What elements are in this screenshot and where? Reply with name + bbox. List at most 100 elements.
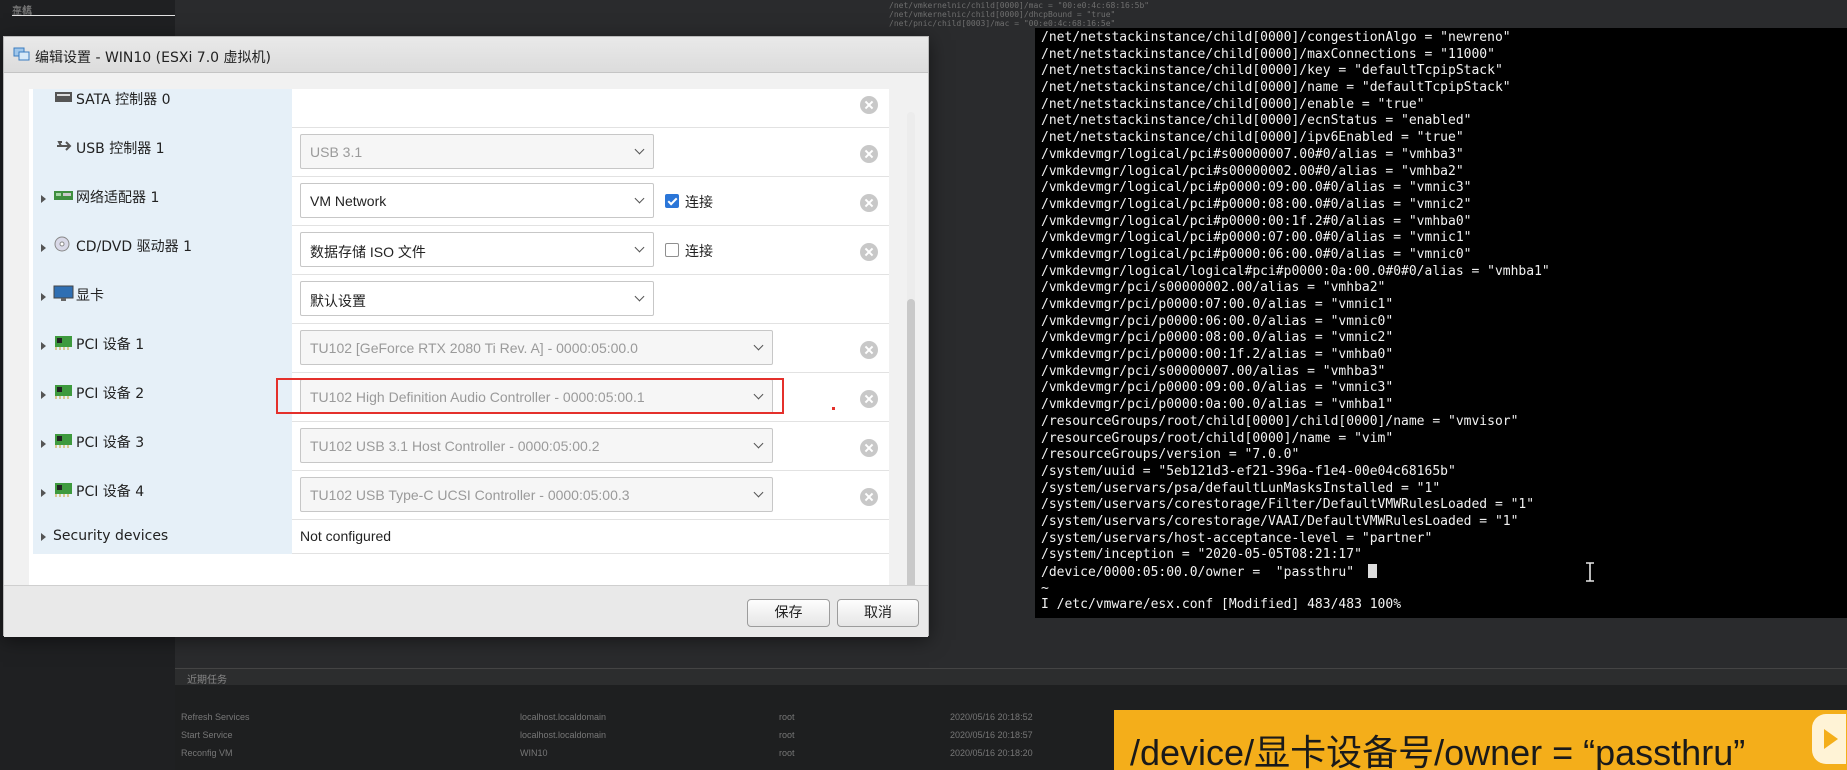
device-label-cell: SATA 控制器 0	[33, 89, 292, 128]
network-select[interactable]: VM Network	[300, 183, 654, 218]
terminal-line: /vmkdevmgr/pci/p0000:08:00.0/alias = "vm…	[1041, 330, 1394, 346]
remove-icon[interactable]	[860, 243, 878, 261]
faint-line: /net/vmkernelnic/child[0000]/dhcpBound =…	[889, 10, 1116, 19]
task-target: localhost.localdomain	[520, 730, 607, 740]
expand-arrow-icon[interactable]	[41, 195, 46, 203]
device-label-cell: PCI 设备 4	[33, 471, 292, 520]
terminal-line: /vmkdevmgr/pci/s00000002.00/alias = "vmh…	[1041, 280, 1386, 296]
chevron-down-icon	[753, 487, 764, 498]
faint-line: /net/vmkernelnic/child[0000]/mac = "00:e…	[889, 1, 1150, 10]
task-row[interactable]: Refresh Services localhost.localdomain r…	[175, 710, 1275, 728]
device-label: 网络适配器 1	[76, 190, 160, 206]
device-row-pci-device-1: PCI 设备 1 TU102 [GeForce RTX 2080 Ti Rev.…	[33, 324, 889, 373]
select-value: 数据存储 ISO 文件	[310, 244, 426, 260]
task-initiator: root	[779, 730, 795, 740]
terminal-line-text: /device/0000:05:00.0/owner = "passthru"	[1041, 565, 1355, 580]
task-name: Start Service	[181, 730, 233, 740]
recent-tasks-header: 近期任务	[175, 669, 1847, 686]
device-row-pci-device-4: PCI 设备 4 TU102 USB Type-C UCSI Controlle…	[33, 471, 889, 520]
remove-icon[interactable]	[860, 439, 878, 457]
select-value: TU102 USB 3.1 Host Controller - 0000:05:…	[310, 438, 600, 454]
remove-icon[interactable]	[860, 341, 878, 359]
security-devices-value: Not configured	[300, 528, 392, 544]
pci-device-select[interactable]: TU102 [GeForce RTX 2080 Ti Rev. A] - 000…	[300, 330, 773, 365]
dialog-titlebar[interactable]: 编辑设置 - WIN10 (ESXi 7.0 虚拟机)	[4, 37, 928, 73]
device-label: Security devices	[53, 528, 169, 544]
remove-icon[interactable]	[860, 194, 878, 212]
device-row-sata-controller: SATA 控制器 0	[33, 89, 889, 128]
terminal-line: /vmkdevmgr/logical/logical#pci#p0000:0a:…	[1041, 263, 1550, 279]
terminal-line: /vmkdevmgr/logical/pci#s00000002.00#0/al…	[1041, 163, 1464, 179]
pci-device-select[interactable]: TU102 USB Type-C UCSI Controller - 0000:…	[300, 477, 773, 512]
expand-arrow-icon[interactable]	[41, 391, 46, 399]
cd-dvd-media-select[interactable]: 数据存储 ISO 文件	[300, 232, 654, 267]
expand-arrow-icon[interactable]	[41, 533, 46, 541]
terminal-line: /vmkdevmgr/logical/pci#s00000007.00#0/al…	[1041, 146, 1464, 162]
task-name: Refresh Services	[181, 712, 250, 722]
expand-arrow-icon[interactable]	[41, 440, 46, 448]
remove-icon[interactable]	[860, 390, 878, 408]
connect-checkbox[interactable]	[665, 194, 679, 208]
terminal-line: /net/netstackinstance/child[0000]/maxCon…	[1041, 46, 1495, 62]
task-queued: 2020/05/16 20:18:52	[950, 712, 1033, 722]
task-initiator: root	[779, 712, 795, 722]
annotation-dot	[832, 407, 835, 410]
connect-label: 连接	[685, 244, 713, 260]
terminal-line: /system/uservars/psa/defaultLunMasksInst…	[1041, 480, 1441, 496]
expand-arrow-icon[interactable]	[41, 342, 46, 350]
device-row-video-card: 显卡 默认设置	[33, 275, 889, 324]
task-queued: 2020/05/16 20:18:57	[950, 730, 1033, 740]
select-value: VM Network	[310, 193, 387, 209]
pci-device-icon	[53, 432, 75, 448]
chevron-down-icon	[753, 438, 764, 449]
terminal-line: /system/uservars/corestorage/Filter/Defa…	[1041, 497, 1535, 513]
device-label: CD/DVD 驱动器 1	[76, 239, 192, 255]
play-icon	[1812, 714, 1846, 764]
remove-icon[interactable]	[860, 145, 878, 163]
terminal-line: /system/uservars/host-acceptance-level =…	[1041, 530, 1433, 546]
device-row-network-adapter: 网络适配器 1 VM Network 连接	[33, 177, 889, 226]
device-label: PCI 设备 2	[76, 386, 145, 402]
pci-device-select[interactable]: TU102 USB 3.1 Host Controller - 0000:05:…	[300, 428, 773, 463]
scrollbar-thumb[interactable]	[907, 299, 915, 605]
terminal-line: /vmkdevmgr/pci/p0000:0a:00.0/alias = "vm…	[1041, 397, 1394, 413]
device-label: 显卡	[76, 288, 104, 304]
device-row-cd-dvd: CD/DVD 驱动器 1 数据存储 ISO 文件 连接	[33, 226, 889, 275]
remove-icon[interactable]	[860, 488, 878, 506]
task-row[interactable]: Start Service localhost.localdomain root…	[175, 728, 1275, 746]
task-queued: 2020/05/16 20:18:20	[950, 748, 1033, 758]
expand-arrow-icon[interactable]	[41, 244, 46, 252]
connect-checkbox[interactable]	[665, 243, 679, 257]
select-value: USB 3.1	[310, 144, 363, 160]
terminal-line: /net/netstackinstance/child[0000]/ecnSta…	[1041, 113, 1472, 129]
video-card-select[interactable]: 默认设置	[300, 281, 654, 316]
device-label-cell: PCI 设备 3	[33, 422, 292, 471]
usb-version-select[interactable]: USB 3.1	[300, 134, 654, 169]
expand-arrow-icon[interactable]	[41, 489, 46, 497]
expand-arrow-icon[interactable]	[41, 293, 46, 301]
device-label-cell: Security devices	[33, 520, 292, 554]
terminal-line: /vmkdevmgr/logical/pci#p0000:06:00.0#0/a…	[1041, 246, 1472, 262]
terminal-window[interactable]: /net/netstackinstance/child[0000]/conges…	[1035, 28, 1847, 618]
pci-device-icon	[53, 383, 75, 399]
pci-device-icon	[53, 334, 75, 350]
terminal-line: /vmkdevmgr/pci/p0000:07:00.0/alias = "vm…	[1041, 297, 1394, 312]
device-label: PCI 设备 1	[76, 337, 145, 353]
save-button[interactable]: 保存	[747, 599, 830, 627]
cd-dvd-icon	[53, 236, 75, 252]
remove-icon[interactable]	[860, 96, 878, 114]
terminal-line: /net/netstackinstance/child[0000]/conges…	[1041, 30, 1511, 45]
device-scroll-area[interactable]: SATA 控制器 0 USB 控制器 1 USB 3.1 网络适配器 1 VM …	[29, 89, 889, 599]
terminal-line: /system/uuid = "5eb121d3-ef21-396a-f1e4-…	[1041, 463, 1456, 479]
highlight-annotation	[276, 378, 784, 414]
usb-controller-icon	[53, 138, 75, 154]
device-label: SATA 控制器 0	[76, 92, 171, 108]
device-row-pci-device-3: PCI 设备 3 TU102 USB 3.1 Host Controller -…	[33, 422, 889, 471]
display-icon	[53, 285, 75, 301]
task-row[interactable]: Reconfig VM WIN10 root 2020/05/16 20:18:…	[175, 746, 1275, 764]
terminal-line: /vmkdevmgr/logical/pci#p0000:07:00.0#0/a…	[1041, 230, 1472, 246]
cancel-button[interactable]: 取消	[837, 599, 919, 627]
device-label-cell: PCI 设备 2	[33, 373, 292, 422]
terminal-line: /net/netstackinstance/child[0000]/ipv6En…	[1041, 130, 1464, 146]
faint-line: /net/pnic/child[0003]/mac = "00:e0:4c:68…	[889, 19, 1116, 28]
